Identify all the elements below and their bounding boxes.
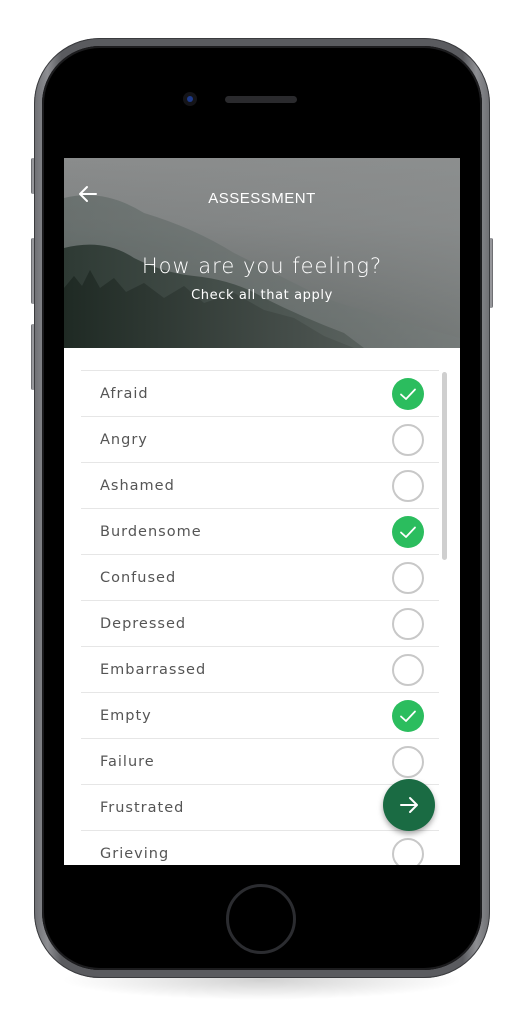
checkbox-checked[interactable] [392,700,424,732]
question-subtitle: Check all that apply [191,288,333,303]
checkbox-unchecked[interactable] [392,746,424,778]
feeling-row[interactable]: Confused [81,554,439,600]
checkmark-icon [400,388,416,400]
home-button[interactable] [226,884,296,954]
checkbox-unchecked[interactable] [392,608,424,640]
feeling-label: Grieving [100,846,170,862]
feeling-row[interactable]: Embarrassed [81,646,439,692]
page-title: ASSESSMENT [208,190,316,207]
feeling-label: Failure [100,754,155,770]
feeling-label: Afraid [100,386,149,402]
app-screen: ASSESSMENT How are you feeling? Check al… [64,158,460,865]
feeling-label: Empty [100,708,152,724]
checkmark-icon [400,710,416,722]
scrollbar[interactable] [442,372,447,560]
front-camera-icon [183,92,197,106]
next-button[interactable] [383,779,435,831]
checkbox-checked[interactable] [392,378,424,410]
feeling-row[interactable]: Failure [81,738,439,784]
checkbox-unchecked[interactable] [392,654,424,686]
question-heading: How are you feeling? [141,254,383,278]
feeling-row[interactable]: Grieving [81,830,439,865]
checkmark-icon [400,526,416,538]
feeling-row[interactable]: Angry [81,416,439,462]
feeling-label: Burdensome [100,524,202,540]
feeling-row[interactable]: Depressed [81,600,439,646]
feelings-list: Afraid Angry Ashamed Burdensome Confused Depr… [81,370,439,865]
feeling-label: Confused [100,570,177,586]
feeling-row[interactable]: Burdensome [81,508,439,554]
feeling-label: Depressed [100,616,187,632]
checkbox-checked[interactable] [392,516,424,548]
checkbox-unchecked[interactable] [392,562,424,594]
feeling-label: Embarrassed [100,662,207,678]
feeling-row[interactable]: Ashamed [81,462,439,508]
feeling-label: Angry [100,432,148,448]
arrow-right-icon [400,797,418,813]
misty-forest-background [64,158,460,348]
feeling-row[interactable]: Afraid [81,370,439,416]
checkbox-unchecked[interactable] [392,470,424,502]
earpiece-speaker [225,96,297,103]
checkbox-unchecked[interactable] [392,424,424,456]
feeling-label: Frustrated [100,800,185,816]
feeling-label: Ashamed [100,478,175,494]
feeling-row[interactable]: Empty [81,692,439,738]
header-banner: ASSESSMENT How are you feeling? Check al… [64,158,460,348]
checkbox-unchecked[interactable] [392,838,424,865]
